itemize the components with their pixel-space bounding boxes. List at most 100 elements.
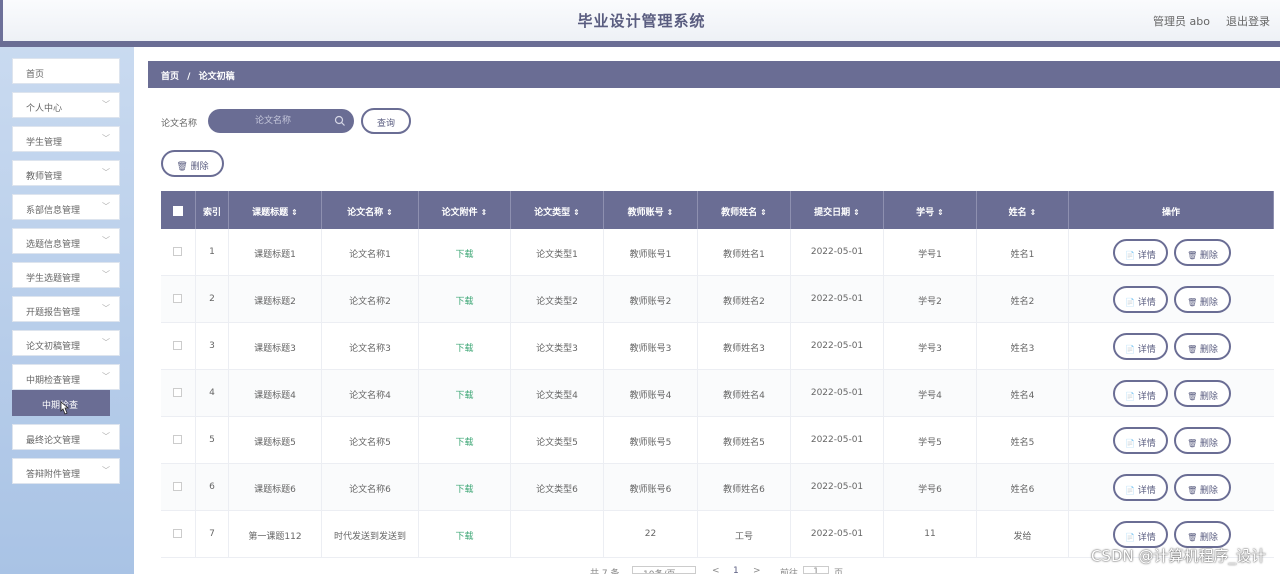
cell-name: 发给: [977, 511, 1069, 558]
column-header[interactable]: 论文类型 ⇕: [511, 191, 604, 229]
column-header[interactable]: 课题标题 ⇕: [229, 191, 322, 229]
detail-button[interactable]: 📄 详情: [1113, 239, 1168, 266]
sidebar-item-profile[interactable]: 个人中心 ﹀: [12, 92, 120, 118]
cell-type: 论文类型6: [511, 464, 604, 511]
sort-icon[interactable]: ⇕: [386, 208, 393, 217]
row-select-cell: [161, 323, 196, 370]
button-label: 详情: [1137, 533, 1156, 543]
sidebar-item-students[interactable]: 学生管理 ﹀: [12, 126, 120, 152]
detail-button[interactable]: 📄 详情: [1113, 521, 1168, 548]
download-link[interactable]: 下载: [419, 417, 511, 464]
cell-teacher-name: 教师姓名4: [698, 370, 791, 417]
cell-date: 2022-05-01: [791, 276, 884, 323]
trash-icon: 🗑: [176, 162, 188, 172]
row-delete-button[interactable]: 🗑 删除: [1174, 427, 1231, 454]
sidebar-item-drafts[interactable]: 论文初稿管理 ﹀: [12, 330, 120, 356]
trash-icon: 🗑: [1187, 345, 1200, 354]
row-delete-button[interactable]: 🗑 删除: [1174, 521, 1231, 548]
current-page[interactable]: 1: [733, 566, 739, 574]
prev-page-button[interactable]: <: [712, 566, 720, 574]
document-icon: 📄: [1125, 298, 1138, 307]
button-label: 删除: [1199, 439, 1218, 449]
row-checkbox[interactable]: [173, 529, 182, 538]
detail-button[interactable]: 📄 详情: [1113, 427, 1168, 454]
row-delete-button[interactable]: 🗑 删除: [1174, 474, 1231, 501]
sort-icon[interactable]: ⇕: [760, 208, 767, 217]
sidebar-item-departments[interactable]: 系部信息管理 ﹀: [12, 194, 120, 220]
select-all-checkbox[interactable]: [173, 206, 183, 216]
sort-icon[interactable]: ⇕: [853, 208, 860, 217]
column-header[interactable]: 姓名 ⇕: [977, 191, 1069, 229]
column-header[interactable]: 教师账号 ⇕: [604, 191, 698, 229]
cell-index: 7: [196, 511, 229, 558]
sidebar-item-student-topics[interactable]: 学生选题管理 ﹀: [12, 262, 120, 288]
logout-link[interactable]: 退出登录: [1226, 13, 1270, 29]
table-row: 5 课题标题5 论文名称5 下载 论文类型5 教师账号5 教师姓名5 2022-05-01 学号…: [161, 417, 1274, 464]
download-link[interactable]: 下载: [419, 464, 511, 511]
sidebar-item-label: 个人中心: [26, 104, 63, 114]
detail-button[interactable]: 📄 详情: [1113, 286, 1168, 313]
goto-page-input[interactable]: 1: [803, 566, 829, 574]
sidebar-item-topics[interactable]: 选题信息管理 ﹀: [12, 228, 120, 254]
download-link[interactable]: 下载: [419, 370, 511, 417]
download-link[interactable]: 下载: [419, 511, 511, 558]
row-checkbox[interactable]: [173, 435, 182, 444]
chevron-down-icon: ﹀: [102, 168, 110, 177]
row-checkbox[interactable]: [173, 294, 182, 303]
detail-button[interactable]: 📄 详情: [1113, 380, 1168, 407]
sort-icon[interactable]: ⇕: [1030, 208, 1037, 217]
sort-icon[interactable]: ⇕: [291, 208, 298, 217]
sort-icon[interactable]: ⇕: [937, 208, 944, 217]
sidebar-item-home[interactable]: 首页: [12, 58, 120, 84]
breadcrumb-home[interactable]: 首页: [161, 72, 179, 82]
row-checkbox[interactable]: [173, 247, 182, 256]
detail-button[interactable]: 📄 详情: [1113, 333, 1168, 360]
download-link[interactable]: 下载: [419, 229, 511, 276]
row-checkbox[interactable]: [173, 482, 182, 491]
column-header[interactable]: 教师姓名 ⇕: [698, 191, 791, 229]
search-input[interactable]: [218, 112, 328, 130]
page-size-select[interactable]: 10条/页: [632, 566, 696, 574]
column-header[interactable]: 论文名称 ⇕: [322, 191, 419, 229]
next-page-button[interactable]: >: [753, 566, 761, 574]
sidebar-item-teachers[interactable]: 教师管理 ﹀: [12, 160, 120, 186]
cell-paper: 论文名称2: [322, 276, 419, 323]
cell-paper: 时代发送到发送到: [322, 511, 419, 558]
row-select-cell: [161, 276, 196, 323]
sidebar-item-label: 最终论文管理: [26, 436, 81, 446]
document-icon: 📄: [1125, 251, 1138, 260]
cell-teacher-name: 教师姓名6: [698, 464, 791, 511]
row-delete-button[interactable]: 🗑 删除: [1174, 380, 1231, 407]
column-header[interactable]: 论文附件 ⇕: [419, 191, 511, 229]
download-link[interactable]: 下载: [419, 323, 511, 370]
row-delete-button[interactable]: 🗑 删除: [1174, 286, 1231, 313]
sort-icon[interactable]: ⇕: [573, 208, 580, 217]
row-checkbox[interactable]: [173, 388, 182, 397]
detail-button[interactable]: 📄 详情: [1113, 474, 1168, 501]
sort-icon[interactable]: ⇕: [481, 208, 488, 217]
header-divider: [0, 41, 1280, 47]
row-checkbox[interactable]: [173, 341, 182, 350]
query-button[interactable]: 查询: [361, 108, 411, 134]
sort-icon[interactable]: ⇕: [667, 208, 674, 217]
bulk-delete-button[interactable]: 🗑 删除: [161, 150, 224, 177]
row-delete-button[interactable]: 🗑 删除: [1174, 239, 1231, 266]
sidebar-item-label: 教师管理: [26, 172, 63, 182]
cell-teacher-name: 教师姓名5: [698, 417, 791, 464]
download-link[interactable]: 下载: [419, 276, 511, 323]
column-header[interactable]: 提交日期 ⇕: [791, 191, 884, 229]
cell-student-no: 学号1: [884, 229, 977, 276]
row-select-cell: [161, 370, 196, 417]
search-icon: [334, 115, 345, 126]
trash-icon: 🗑: [1187, 298, 1200, 307]
sidebar-item-midterm[interactable]: 中期检查管理 ﹀: [12, 364, 120, 390]
sidebar-item-proposals[interactable]: 开题报告管理 ﹀: [12, 296, 120, 322]
row-delete-button[interactable]: 🗑 删除: [1174, 333, 1231, 360]
sidebar-item-defense-attachments[interactable]: 答辩附件管理 ﹀: [12, 458, 120, 484]
sidebar-item-final-papers[interactable]: 最终论文管理 ﹀: [12, 424, 120, 450]
button-label: 删除: [1199, 251, 1218, 261]
cell-index: 5: [196, 417, 229, 464]
sidebar-item-label: 开题报告管理: [26, 308, 81, 318]
column-header[interactable]: 学号 ⇕: [884, 191, 977, 229]
cell-type: 论文类型4: [511, 370, 604, 417]
